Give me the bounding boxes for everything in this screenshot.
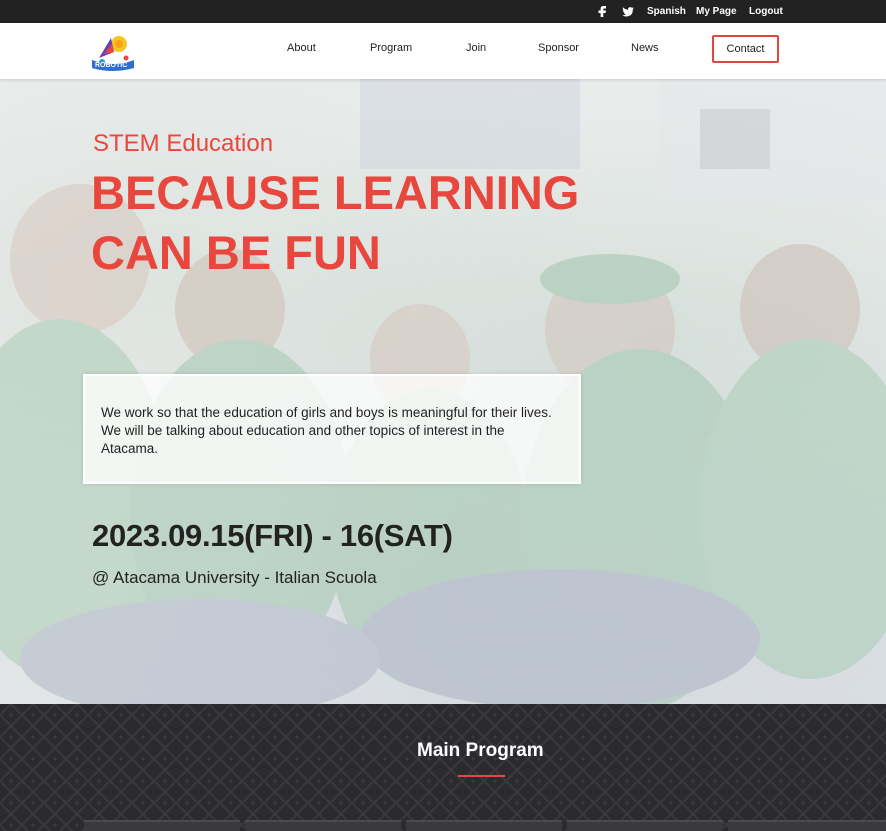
hero-section: STEM Education BECAUSE LEARNING CAN BE F…: [0, 79, 886, 704]
program-title-underline: [458, 775, 505, 777]
nav-news[interactable]: News: [631, 23, 659, 73]
hero-description-box: We work so that the education of girls a…: [83, 374, 581, 484]
hero-subtitle: STEM Education: [93, 130, 274, 157]
nav-program[interactable]: Program: [370, 23, 412, 73]
event-venue: @ Atacama University - Italian Scuola: [92, 568, 377, 587]
contact-button[interactable]: Contact: [712, 35, 779, 63]
nav-join[interactable]: Join: [466, 23, 486, 73]
program-card[interactable]: [406, 820, 562, 831]
nav-about[interactable]: About: [287, 23, 316, 73]
main-navbar: ROBOTIC About Program Join Sponsor News …: [0, 23, 886, 79]
hero-title: BECAUSE LEARNING CAN BE FUN: [91, 166, 580, 279]
program-card[interactable]: [245, 820, 401, 831]
program-title-wrap: Main Program: [417, 740, 544, 762]
program-card[interactable]: [728, 820, 886, 831]
program-card[interactable]: [84, 820, 240, 831]
hero-description: We work so that the education of girls a…: [101, 405, 552, 456]
my-page-link[interactable]: My Page: [696, 0, 737, 23]
program-card[interactable]: [567, 820, 723, 831]
top-utility-bar: Spanish My Page Logout: [0, 0, 886, 23]
rocket-logo[interactable]: ROBOTIC: [90, 28, 136, 72]
logout-link[interactable]: Logout: [749, 0, 783, 23]
program-title: Main Program: [417, 740, 544, 761]
facebook-icon[interactable]: [596, 0, 608, 23]
nav-sponsor[interactable]: Sponsor: [538, 23, 579, 73]
diamond-pattern-background: [0, 704, 886, 831]
main-program-section: Main Program: [0, 704, 886, 831]
language-link[interactable]: Spanish: [647, 0, 686, 23]
svg-text:ROBOTIC: ROBOTIC: [95, 62, 127, 69]
event-date: 2023.09.15(FRI) - 16(SAT): [92, 518, 453, 553]
twitter-icon[interactable]: [621, 0, 634, 23]
